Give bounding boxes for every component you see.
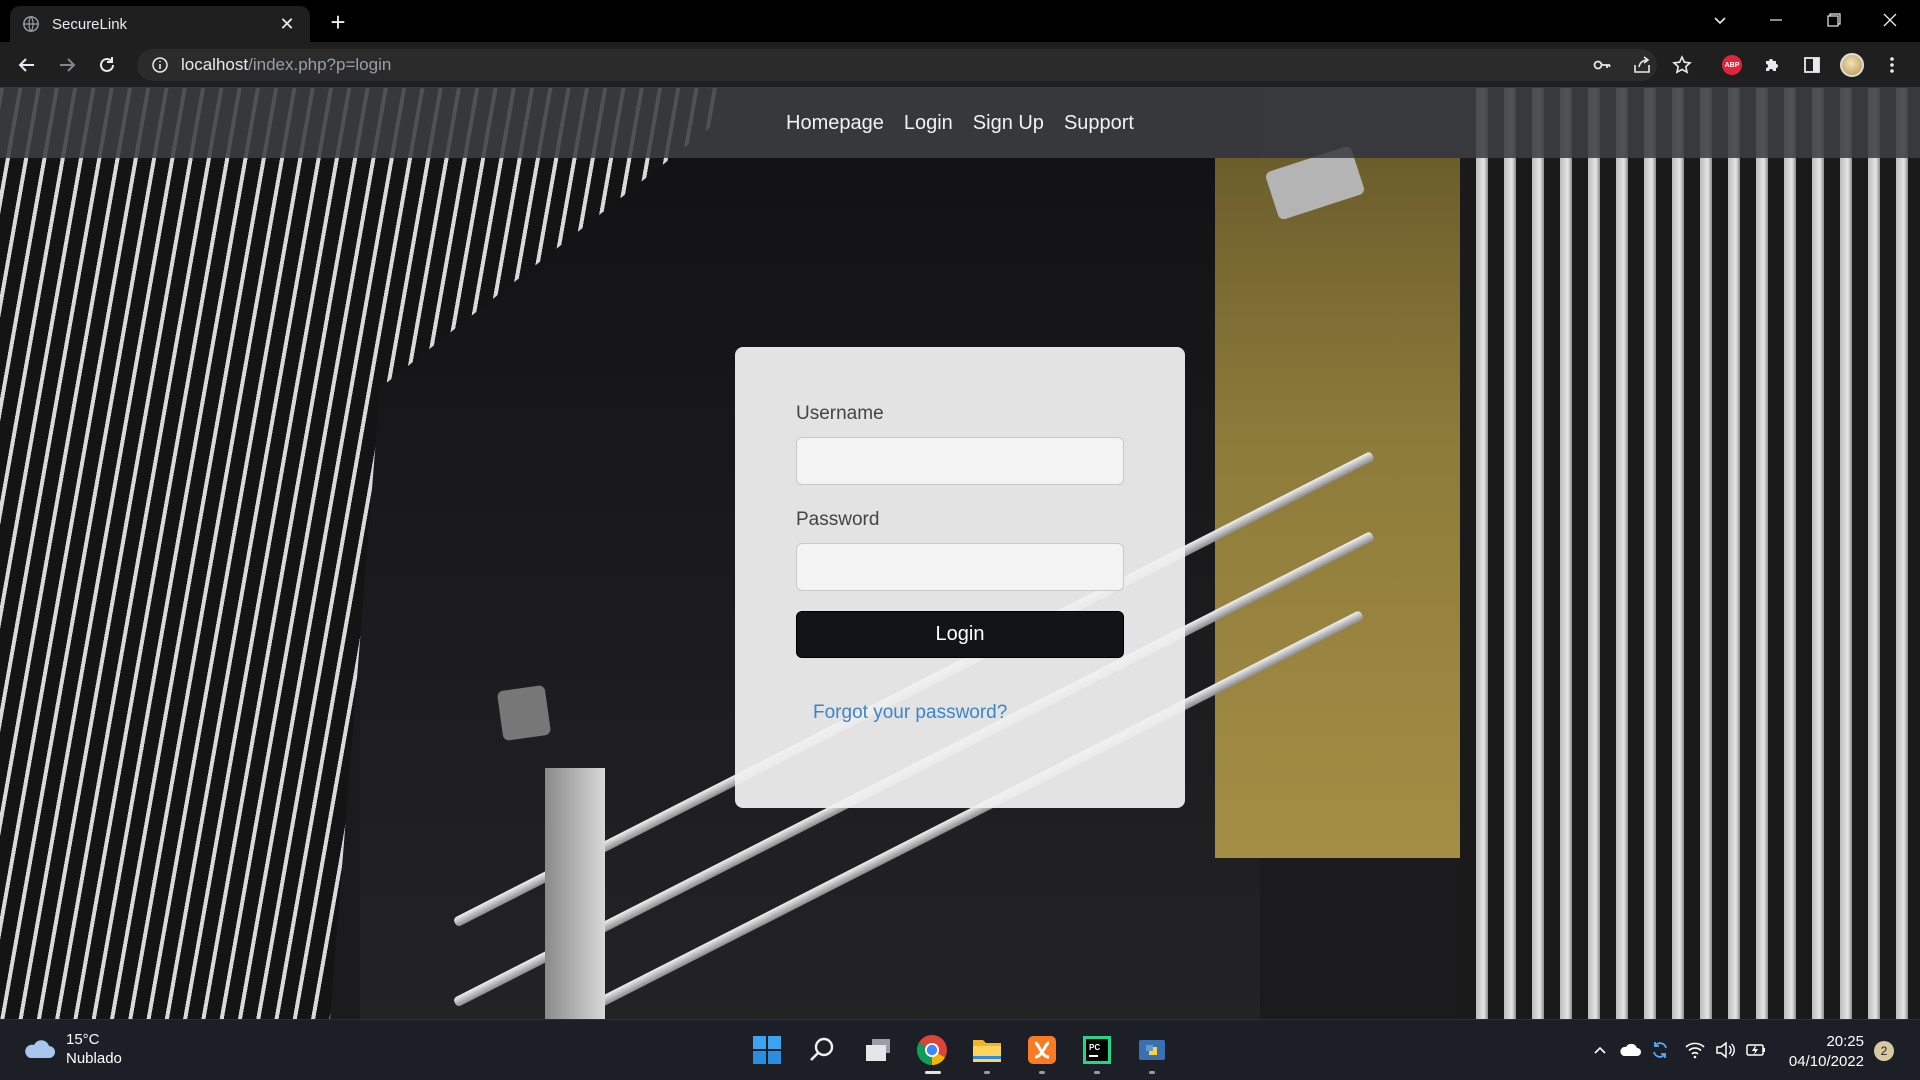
info-icon[interactable] [151, 56, 169, 74]
cloud-icon [25, 1040, 55, 1058]
puzzle-icon [1766, 59, 1778, 71]
login-page: Homepage Login Sign Up Support Username … [0, 88, 1920, 1019]
sync-icon [1653, 1042, 1667, 1058]
svg-text:PC: PC [1089, 1043, 1100, 1052]
arrow-left-icon [18, 58, 34, 72]
restore-button[interactable] [1806, 0, 1862, 40]
reload-button[interactable] [91, 49, 123, 81]
folder-icon [973, 1040, 1001, 1062]
login-card: Username Password Login Forgot your pass… [735, 347, 1185, 808]
tab-title: SecureLink [52, 15, 128, 33]
show-hidden-icons-button[interactable] [1588, 1038, 1612, 1062]
security-camera-image [496, 684, 552, 742]
avatar [1840, 53, 1864, 77]
browser-toolbar: localhost/index.php?p=login ABP [0, 42, 1920, 88]
xampp-icon [1028, 1036, 1056, 1064]
globe-icon [23, 16, 39, 32]
adblock-icon: ABP [1722, 55, 1742, 75]
restore-icon [1827, 13, 1841, 27]
forgot-password-link[interactable]: Forgot your password? [813, 702, 1124, 724]
taskbar-app-pycharm[interactable]: PC [1077, 1030, 1117, 1074]
bookmark-button[interactable] [1668, 51, 1696, 79]
battery-charging-icon [1746, 1044, 1765, 1056]
minimize-button[interactable] [1748, 0, 1804, 40]
password-input[interactable] [796, 543, 1124, 591]
start-button[interactable] [747, 1030, 787, 1070]
url-host: localhost [181, 55, 249, 74]
side-panel-button[interactable] [1798, 51, 1826, 79]
task-view-button[interactable] [858, 1030, 898, 1070]
taskbar-app-python[interactable] [1132, 1030, 1172, 1074]
reload-icon [100, 57, 114, 72]
weather-widget[interactable]: 15°C Nublado [22, 1030, 122, 1068]
wifi-tray-button[interactable] [1683, 1038, 1707, 1062]
taskbar-app-xampp[interactable] [1022, 1030, 1062, 1074]
wifi-icon [1685, 1042, 1705, 1059]
minimize-icon [1770, 19, 1782, 21]
top-navigation: Homepage Login Sign Up Support [0, 88, 1920, 158]
arrow-right-icon [60, 58, 76, 72]
tab-search-button[interactable] [1692, 0, 1748, 40]
clock-time: 20:25 [1826, 1033, 1864, 1050]
login-button[interactable]: Login [796, 611, 1124, 658]
key-icon [1593, 60, 1611, 70]
share-icon [1634, 56, 1650, 73]
search-button[interactable] [802, 1030, 842, 1070]
notification-badge[interactable]: 2 [1874, 1041, 1894, 1061]
nav-support[interactable]: Support [1064, 112, 1134, 135]
browser-tab[interactable]: SecureLink ✕ [10, 6, 310, 42]
username-label: Username [796, 403, 884, 424]
browser-tab-strip: SecureLink ✕ + [0, 0, 1920, 42]
taskbar-app-file-explorer[interactable] [967, 1030, 1007, 1074]
battery-tray-button[interactable] [1743, 1038, 1767, 1062]
speaker-icon [1716, 1041, 1735, 1059]
forward-button[interactable] [51, 49, 83, 81]
address-bar[interactable]: localhost/index.php?p=login [137, 49, 1657, 81]
pycharm-icon: PC [1083, 1036, 1111, 1064]
sync-tray-button[interactable] [1648, 1038, 1672, 1062]
taskbar-clock[interactable]: 20:25 04/10/2022 [1784, 1032, 1864, 1072]
search-icon [810, 1037, 834, 1061]
side-panel-icon [1804, 57, 1820, 73]
onedrive-tray-button[interactable] [1618, 1038, 1642, 1062]
task-view-icon [866, 1039, 890, 1061]
taskbar-app-chrome[interactable] [912, 1030, 952, 1074]
password-key-button[interactable] [1588, 51, 1616, 79]
close-tab-icon[interactable]: ✕ [276, 14, 298, 35]
url-path: /index.php?p=login [248, 55, 392, 74]
chrome-icon [916, 1035, 947, 1065]
close-icon [1883, 13, 1897, 27]
more-vertical-icon [1890, 57, 1894, 73]
username-input[interactable] [796, 437, 1124, 485]
windows-logo-icon [753, 1036, 781, 1064]
nav-sign-up[interactable]: Sign Up [973, 112, 1044, 135]
nav-homepage[interactable]: Homepage [786, 112, 884, 135]
share-button[interactable] [1628, 51, 1656, 79]
onedrive-cloud-icon [1620, 1043, 1641, 1056]
chevron-up-icon [1594, 1046, 1606, 1054]
volume-tray-button[interactable] [1713, 1038, 1737, 1062]
extensions-button[interactable] [1758, 51, 1786, 79]
weather-description: Nublado [66, 1050, 122, 1067]
taskbar: 15°C Nublado PC 20:25 04/10/2022 2 [0, 1019, 1920, 1080]
close-window-button[interactable] [1862, 0, 1918, 40]
weather-temperature: 15°C [66, 1031, 100, 1048]
password-label: Password [796, 509, 880, 530]
clock-date: 04/10/2022 [1788, 1053, 1864, 1070]
nav-login[interactable]: Login [904, 112, 953, 135]
back-button[interactable] [11, 49, 43, 81]
profile-button[interactable] [1838, 51, 1866, 79]
adblock-extension-button[interactable]: ABP [1718, 51, 1746, 79]
star-icon [1672, 55, 1692, 74]
python-icon [1139, 1040, 1165, 1060]
browser-menu-button[interactable] [1878, 51, 1906, 79]
new-tab-button[interactable]: + [324, 8, 352, 36]
chevron-down-icon [1714, 17, 1726, 25]
